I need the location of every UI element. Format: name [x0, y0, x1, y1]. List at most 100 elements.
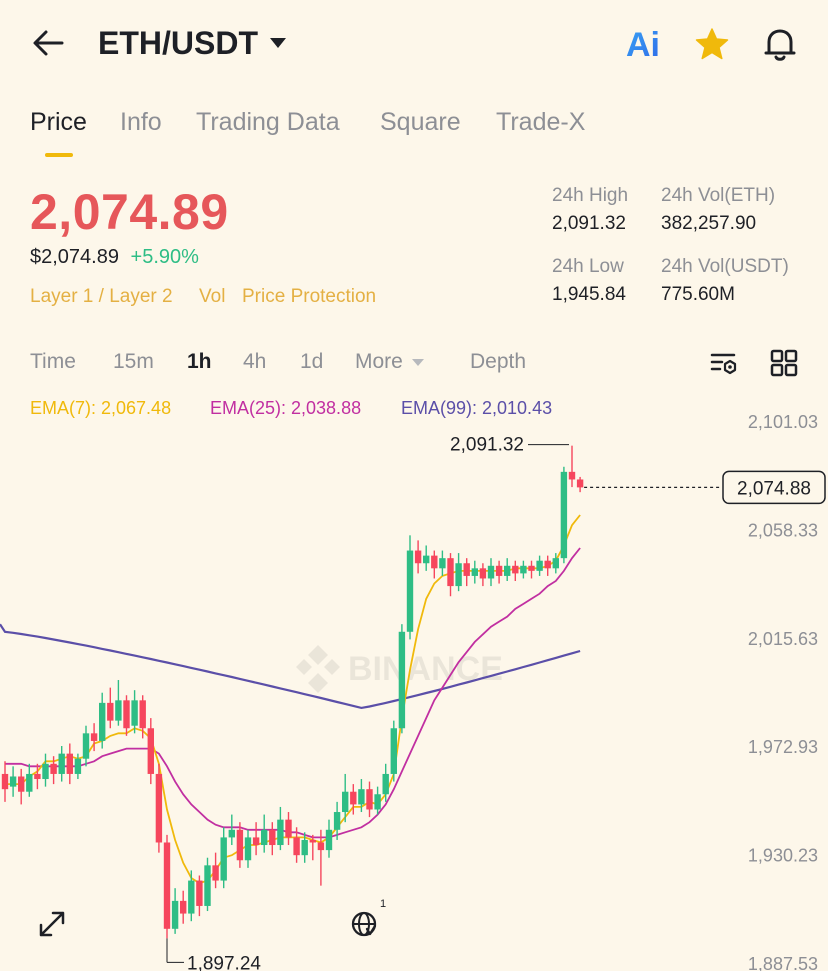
- candle-body: [66, 753, 73, 774]
- ai-icon: Ai: [626, 26, 660, 62]
- candle-body: [520, 565, 527, 574]
- candle-body: [406, 550, 414, 632]
- candle-body: [188, 880, 195, 914]
- candle-body: [42, 763, 49, 780]
- bell-icon: [764, 29, 796, 61]
- candle-body: [495, 565, 503, 576]
- vol-base-value: 382,257.90: [661, 213, 757, 234]
- globe-icon: [351, 911, 377, 937]
- high-marker-label: 2,091.32: [450, 435, 524, 456]
- current-price-tag-text: 2,074.88: [737, 478, 811, 499]
- candle-body: [9, 776, 17, 787]
- caret-down-icon: [411, 359, 424, 366]
- candle-body: [398, 631, 406, 729]
- low-label: 24h Low: [552, 256, 624, 277]
- active-tab-indicator: [45, 153, 73, 157]
- candle-body: [479, 568, 487, 579]
- tab-square[interactable]: Square: [380, 108, 461, 137]
- candle-body: [163, 842, 171, 929]
- y-axis-tick-label: 2,015.63: [748, 629, 818, 649]
- candle-body: [536, 560, 543, 571]
- watermark-text: BINANCE: [348, 650, 503, 688]
- low-marker-label: 1,897.24: [187, 953, 261, 971]
- candle-body: [18, 776, 25, 792]
- back-arrow-icon: [33, 30, 64, 56]
- candle-body: [1, 773, 9, 790]
- candle-body: [342, 791, 349, 813]
- candle-body: [107, 702, 114, 721]
- candle-body: [269, 829, 276, 846]
- candle-body: [382, 773, 389, 795]
- timeframe-more-label: More: [355, 350, 403, 373]
- ai-button[interactable]: Ai: [622, 22, 668, 64]
- candle-body: [171, 900, 179, 929]
- usd-price-row: $2,074.89 +5.90%: [30, 246, 199, 269]
- candle-body: [99, 702, 106, 741]
- candle-body: [471, 568, 478, 576]
- candle-body: [504, 565, 511, 576]
- candle-body: [204, 865, 211, 906]
- fullscreen-button[interactable]: [34, 906, 70, 942]
- candle-body: [82, 733, 90, 759]
- indicator-settings-icon: [710, 353, 737, 375]
- candle-body: [301, 839, 308, 856]
- candle-body: [576, 479, 584, 488]
- high-value: 2,091.32: [552, 213, 626, 234]
- tag-layer[interactable]: Layer 1 / Layer 2: [30, 286, 173, 308]
- candle-body: [34, 773, 41, 780]
- back-button[interactable]: [24, 24, 72, 62]
- favorite-button[interactable]: [690, 22, 734, 66]
- candle-body: [196, 880, 203, 906]
- timeframe-1d[interactable]: 1d: [300, 350, 323, 374]
- candle-body: [26, 773, 33, 792]
- notification-button[interactable]: [758, 22, 802, 66]
- candle-body: [463, 563, 470, 576]
- candle-body: [568, 471, 576, 480]
- usd-price: $2,074.89: [30, 246, 119, 268]
- indicator-settings-button[interactable]: [706, 346, 742, 380]
- timeframe-1h[interactable]: 1h: [187, 350, 212, 374]
- tab-trade-x[interactable]: Trade-X: [496, 108, 585, 137]
- timeframe-15m[interactable]: 15m: [113, 350, 154, 374]
- tag-vol[interactable]: Vol: [199, 286, 225, 308]
- candle-body: [74, 758, 82, 774]
- high-label: 24h High: [552, 185, 629, 206]
- candle-body: [544, 560, 551, 569]
- candle-body: [317, 842, 325, 851]
- candle-body: [390, 728, 397, 774]
- tab-info[interactable]: Info: [120, 108, 162, 137]
- tab-price[interactable]: Price: [30, 108, 87, 137]
- candle-body: [350, 791, 357, 805]
- candle-body: [50, 763, 57, 774]
- candle-body: [309, 839, 316, 843]
- timeframe-time[interactable]: Time: [30, 350, 76, 374]
- pair-title: ETH/USDT: [98, 24, 258, 61]
- candle-body: [512, 565, 519, 574]
- candle-body: [123, 700, 130, 729]
- last-price: 2,074.89: [30, 184, 229, 240]
- candle-body: [90, 733, 98, 741]
- candle-body: [552, 558, 559, 569]
- candle-body: [252, 837, 260, 846]
- candle-body: [131, 700, 138, 726]
- candle-body: [366, 789, 373, 810]
- star-icon: [695, 28, 729, 60]
- candle-body: [228, 829, 235, 838]
- vol-base-label: 24h Vol(ETH): [661, 185, 776, 206]
- grid-icon: [770, 349, 798, 377]
- tag-price-protection[interactable]: Price Protection: [242, 286, 376, 308]
- candle-body: [423, 555, 430, 564]
- ema25-line: [5, 547, 581, 839]
- candle-body: [333, 812, 341, 830]
- timeframe-more[interactable]: More: [355, 350, 425, 374]
- candle-body: [414, 550, 422, 564]
- layout-grid-button[interactable]: [766, 346, 802, 380]
- y-axis-tick-label: 2,058.33: [748, 520, 818, 540]
- pair-selector[interactable]: ETH/USDT: [98, 24, 288, 62]
- globe-button[interactable]: [346, 906, 382, 942]
- depth-tab[interactable]: Depth: [470, 350, 526, 374]
- chevron-down-icon: [270, 38, 286, 48]
- timeframe-4h[interactable]: 4h: [243, 350, 266, 374]
- candlestick-chart[interactable]: BINANCE 2,101.03 2,058.33 2,015.63 1,972.93…: [0, 400, 828, 971]
- tab-trading-data[interactable]: Trading Data: [196, 108, 340, 137]
